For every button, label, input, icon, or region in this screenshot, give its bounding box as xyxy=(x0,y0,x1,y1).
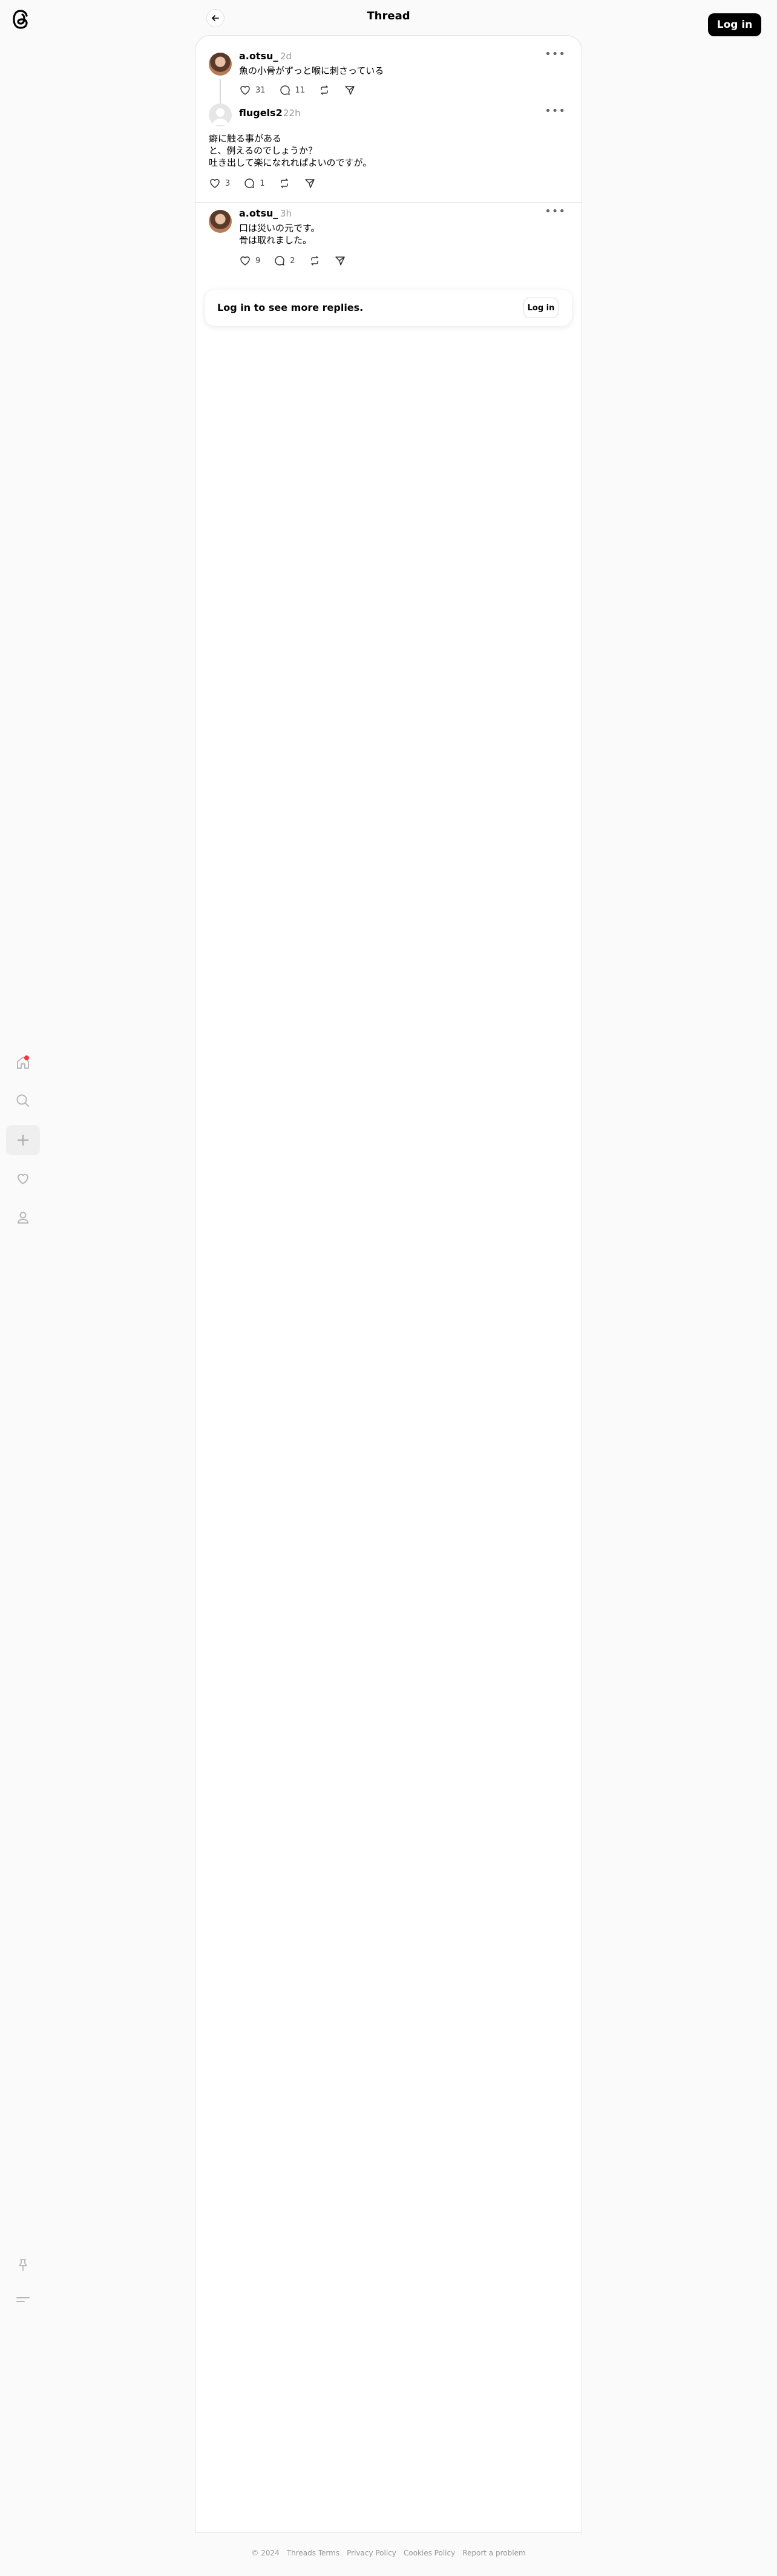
repost-button[interactable] xyxy=(318,84,330,96)
login-prompt-card: Log in to see more replies. Log in xyxy=(205,290,572,326)
notification-dot xyxy=(24,1055,29,1060)
post-text-line: 魚の小骨がずっと喉に刺さっている xyxy=(239,65,384,76)
profile-icon xyxy=(18,1211,28,1224)
post-time[interactable]: 2d xyxy=(280,51,292,62)
post-username[interactable]: a.otsu_ xyxy=(239,50,278,62)
share-button[interactable] xyxy=(334,255,346,267)
login-prompt-text: Log in to see more replies. xyxy=(217,302,364,313)
reply-button[interactable]: 11 xyxy=(279,84,306,96)
repost-icon xyxy=(280,178,288,188)
login-button[interactable]: Log in xyxy=(708,13,761,36)
reply-count: 2 xyxy=(290,256,295,266)
footer-copyright: © 2024 xyxy=(251,2549,280,2557)
sidebar-item-activity[interactable] xyxy=(6,1164,40,1194)
footer-link-report[interactable]: Report a problem xyxy=(462,2549,525,2557)
plus-icon xyxy=(17,1134,29,1146)
page-title: Thread xyxy=(367,10,410,22)
share-button[interactable] xyxy=(344,84,356,96)
like-button[interactable]: 31 xyxy=(239,84,266,96)
post-actions: 31 11 xyxy=(239,84,356,96)
post-text-line: 癖に触る事がある xyxy=(209,133,282,144)
footer-link-privacy[interactable]: Privacy Policy xyxy=(347,2549,396,2557)
reply-button[interactable]: 2 xyxy=(274,255,295,267)
post-text-line: 口は災いの元です。 xyxy=(239,223,320,233)
search-icon xyxy=(16,1094,29,1107)
footer: © 2024 Threads Terms Privacy Policy Cook… xyxy=(0,2549,777,2557)
post-text-line: と、例えるのでしょうか？ xyxy=(209,145,317,156)
sidebar xyxy=(0,0,46,2576)
more-options-icon[interactable]: ••• xyxy=(545,205,566,218)
send-icon xyxy=(304,179,315,188)
sidebar-item-create[interactable] xyxy=(6,1125,40,1155)
sidebar-item-profile[interactable] xyxy=(6,1202,40,1233)
like-count: 31 xyxy=(255,85,266,95)
heart-icon xyxy=(210,179,220,188)
post-text: 魚の小骨がずっと喉に刺さっている xyxy=(239,65,384,77)
avatar[interactable] xyxy=(209,53,232,76)
heart-icon xyxy=(240,256,250,266)
like-count: 9 xyxy=(255,256,261,266)
share-button[interactable] xyxy=(304,177,316,189)
post-time[interactable]: 22h xyxy=(283,108,301,119)
repost-button[interactable] xyxy=(278,177,290,189)
send-icon xyxy=(335,256,345,266)
post-text: 口は災いの元です。 骨は取れました。 xyxy=(239,222,320,246)
post-username[interactable]: flugels2 xyxy=(239,107,283,119)
sidebar-item-home[interactable] xyxy=(6,1048,40,1078)
divider xyxy=(195,202,582,203)
post-text: 癖に触る事がある と、例えるのでしょうか？ 吐き出して楽になれればよいのですが。 xyxy=(209,132,372,169)
arrow-left-icon xyxy=(212,15,219,21)
avatar[interactable] xyxy=(209,103,232,126)
post-time[interactable]: 3h xyxy=(280,208,292,219)
sidebar-item-menu[interactable] xyxy=(6,2284,40,2315)
comment-icon xyxy=(244,178,255,188)
send-icon xyxy=(345,86,355,95)
more-options-icon[interactable]: ••• xyxy=(545,105,566,117)
menu-icon xyxy=(16,2297,30,2302)
thread-panel: a.otsu_ 2d ••• 魚の小骨がずっと喉に刺さっている 31 11 fl… xyxy=(195,35,582,2533)
reply-count: 1 xyxy=(260,178,265,188)
like-button[interactable]: 9 xyxy=(239,255,260,267)
more-options-icon[interactable]: ••• xyxy=(545,48,566,60)
back-button[interactable] xyxy=(206,9,225,27)
post-text-line: 骨は取れました。 xyxy=(239,235,312,246)
heart-icon xyxy=(18,1173,28,1184)
repost-icon xyxy=(310,256,318,266)
footer-link-terms[interactable]: Threads Terms xyxy=(287,2549,339,2557)
default-avatar-icon xyxy=(212,108,228,125)
post-actions: 3 1 xyxy=(209,177,316,189)
avatar[interactable] xyxy=(209,210,232,233)
repost-icon xyxy=(321,85,328,95)
post-text-line: 吐き出して楽になれればよいのですが。 xyxy=(209,157,372,168)
post-username[interactable]: a.otsu_ xyxy=(239,207,278,219)
pin-icon xyxy=(19,2259,27,2271)
comment-icon xyxy=(275,256,285,266)
heart-icon xyxy=(240,86,250,95)
like-count: 3 xyxy=(225,178,231,188)
sidebar-item-search[interactable] xyxy=(6,1086,40,1116)
reply-count: 11 xyxy=(295,85,306,95)
post-actions: 9 2 xyxy=(239,255,346,267)
repost-button[interactable] xyxy=(309,255,321,267)
like-button[interactable]: 3 xyxy=(209,177,230,189)
login-prompt-button[interactable]: Log in xyxy=(523,298,559,318)
comment-icon xyxy=(280,85,290,95)
footer-link-cookies[interactable]: Cookies Policy xyxy=(404,2549,455,2557)
sidebar-item-pin[interactable] xyxy=(6,2250,40,2280)
reply-button[interactable]: 1 xyxy=(243,177,265,189)
